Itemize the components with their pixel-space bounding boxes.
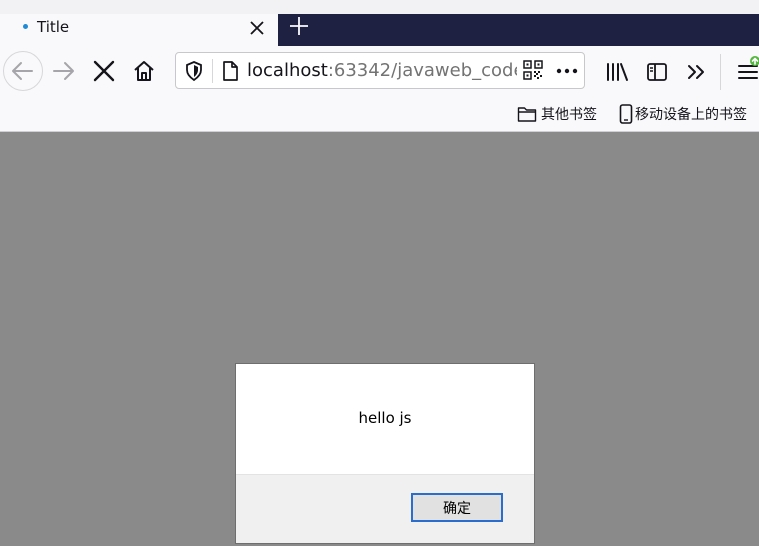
more-icon[interactable]: [556, 61, 578, 81]
library-icon[interactable]: [605, 62, 629, 82]
alert-dialog: hello js 确定: [235, 363, 535, 544]
sidebar-icon[interactable]: [646, 62, 668, 82]
tab-label: Title: [37, 18, 70, 36]
alert-footer: 确定: [236, 474, 534, 543]
url-field[interactable]: localhost:63342/javaweb_code/j: [247, 59, 517, 83]
qr-code-icon[interactable]: [523, 60, 543, 80]
shield-icon[interactable]: [184, 60, 204, 82]
close-tab-icon[interactable]: [247, 18, 267, 38]
navigation-toolbar: localhost:63342/javaweb_code/j: [0, 46, 759, 98]
loading-indicator-icon: [23, 24, 28, 29]
url-path: :63342/javaweb_code/j: [327, 60, 517, 81]
page-icon[interactable]: [221, 60, 239, 82]
back-icon[interactable]: [3, 51, 43, 91]
bookmarks-toolbar: 其他书签 移动设备上的书签: [0, 98, 759, 132]
stop-icon[interactable]: [86, 53, 126, 93]
menu-icon[interactable]: [737, 56, 759, 82]
toolbar-divider: [720, 54, 721, 90]
forward-icon[interactable]: [46, 53, 86, 93]
overflow-icon[interactable]: [686, 62, 708, 82]
url-divider: [212, 59, 213, 83]
new-tab-icon[interactable]: [287, 14, 311, 38]
ok-button[interactable]: 确定: [411, 493, 503, 522]
address-bar[interactable]: localhost:63342/javaweb_code/j: [175, 52, 585, 89]
tab-title-page[interactable]: Title: [0, 14, 278, 46]
alert-message: hello js: [358, 409, 412, 427]
url-host: localhost: [247, 60, 328, 81]
bookmark-other-label: 其他书签: [541, 107, 597, 123]
folder-icon: [517, 107, 537, 122]
bookmark-mobile-label: 移动设备上的书签: [635, 107, 747, 123]
window-top-edge: [0, 0, 759, 14]
bookmark-mobile-folder[interactable]: 移动设备上的书签: [619, 103, 747, 125]
mobile-device-icon: [619, 104, 633, 124]
home-icon[interactable]: [126, 53, 166, 93]
bookmark-other-folder[interactable]: 其他书签: [517, 103, 597, 125]
